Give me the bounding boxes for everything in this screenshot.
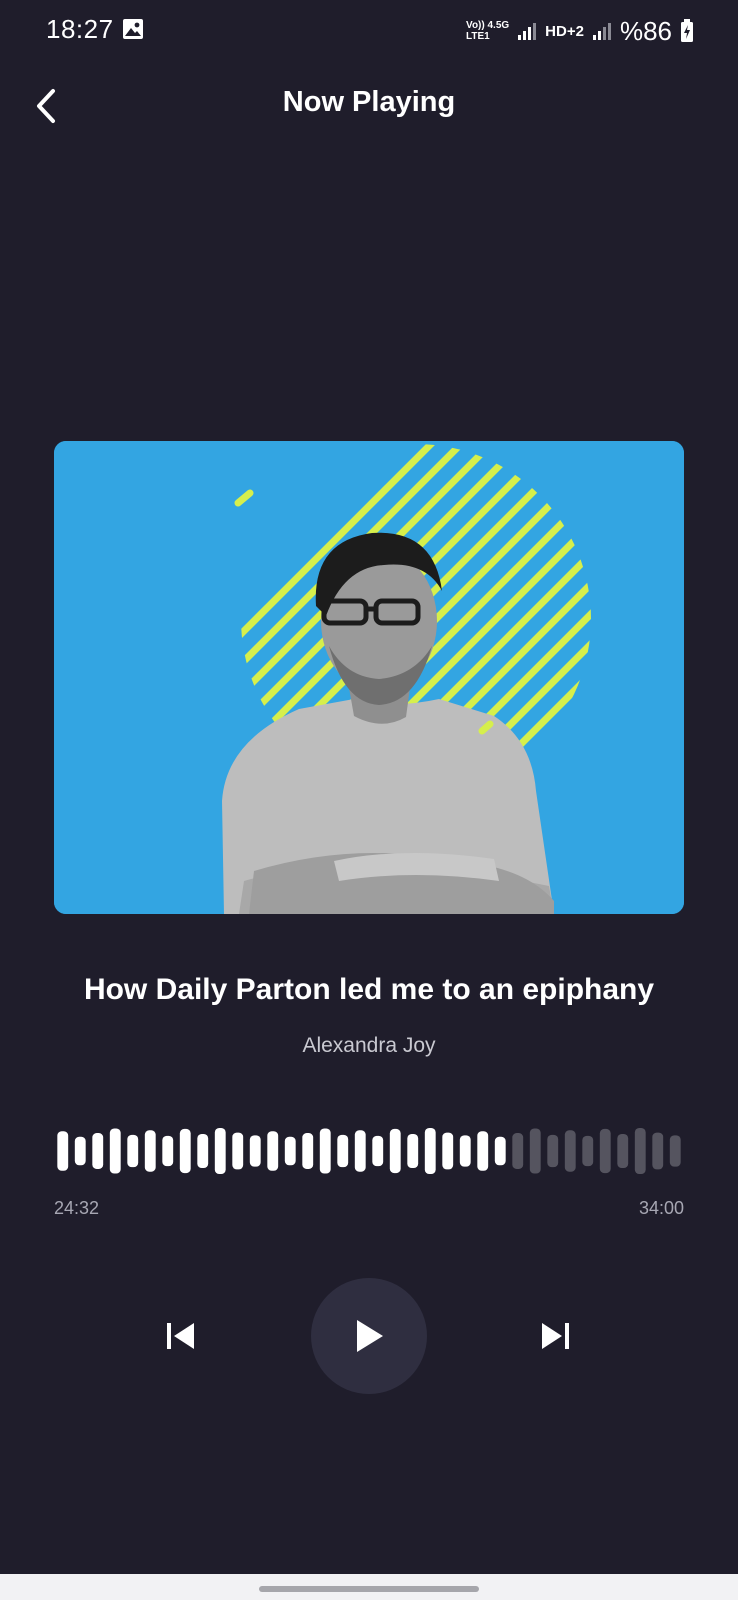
play-button[interactable] (311, 1278, 427, 1394)
status-icons: Vo)) 4.5G LTE1 HD+2 %86 (466, 14, 694, 48)
previous-button[interactable] (162, 1316, 198, 1356)
hd-label: HD+2 (545, 22, 584, 40)
home-indicator[interactable] (259, 1586, 479, 1592)
waveform-bar-played (232, 1132, 244, 1170)
artwork-illustration (54, 441, 684, 914)
waveform-bar-played (197, 1133, 209, 1169)
now-playing-screen: 18:27 Vo)) 4.5G LTE1 HD+2 %86 Now Playin… (0, 0, 738, 1600)
waveform-bar-played (302, 1133, 314, 1169)
waveform-scrubber[interactable] (54, 1128, 684, 1174)
waveform-bar-played (214, 1128, 226, 1174)
waveform-bar-played (127, 1134, 139, 1168)
waveform-bar-played (442, 1132, 454, 1170)
battery-charging-icon (681, 19, 693, 42)
waveform-bar-played (354, 1130, 366, 1172)
gallery-icon (123, 19, 143, 39)
signal-icon-2 (592, 23, 611, 40)
waveform-bar-played (424, 1128, 436, 1174)
play-icon (357, 1320, 383, 1352)
signal-icon (518, 23, 537, 40)
waveform-bar-unplayed (512, 1133, 524, 1169)
waveform-bar-unplayed (634, 1128, 646, 1174)
battery-percent: %86 (619, 15, 672, 46)
waveform-bar-played (144, 1130, 156, 1172)
waveform-bar-played (162, 1135, 174, 1167)
waveform-bar-played (459, 1135, 471, 1167)
waveform-bar-unplayed (599, 1128, 611, 1174)
next-button[interactable] (536, 1316, 576, 1356)
system-nav-bar (0, 1574, 738, 1600)
track-title: How Daily Parton led me to an epiphany (83, 973, 655, 1006)
waveform-bar-played (407, 1133, 419, 1169)
skip-previous-icon (167, 1323, 194, 1349)
waveform-bar-unplayed (582, 1135, 594, 1167)
waveform-bar-played (179, 1128, 191, 1174)
waveform-bar-played (337, 1134, 349, 1168)
network-bottom-label: LTE1 (466, 31, 490, 42)
waveform-bar-unplayed (617, 1133, 629, 1169)
waveform-bar-played (249, 1135, 261, 1167)
network-top-label: Vo)) 4.5G (466, 20, 510, 31)
waveform-bar-played (284, 1136, 296, 1166)
skip-next-icon (542, 1323, 569, 1349)
waveform-bar-played (477, 1131, 489, 1171)
time-total: 34:00 (638, 1198, 684, 1218)
podcast-artwork (54, 441, 684, 914)
waveform-bar-played (74, 1136, 86, 1166)
status-bar: 18:27 Vo)) 4.5G LTE1 HD+2 %86 (0, 0, 738, 62)
status-time: 18:27 (46, 14, 114, 44)
waveform-bar-played (57, 1131, 69, 1171)
waveform-bar-played (494, 1136, 506, 1166)
page-title: Now Playing (282, 86, 456, 118)
waveform-bar-played (109, 1128, 121, 1174)
waveform-bar-unplayed (652, 1132, 664, 1170)
waveform-bar-unplayed (564, 1130, 576, 1172)
track-artist: Alexandra Joy (302, 1034, 436, 1057)
header: Now Playing (0, 70, 738, 140)
waveform-bar-unplayed (529, 1128, 541, 1174)
waveform-bar-played (92, 1133, 104, 1169)
waveform-bar-unplayed (547, 1134, 559, 1168)
waveform-bar-played (319, 1128, 331, 1174)
network-label: Vo)) 4.5G LTE1 (466, 20, 509, 42)
time-elapsed: 24:32 (54, 1198, 100, 1218)
waveform-bar-played (372, 1135, 384, 1167)
waveform-bar-unplayed (669, 1135, 681, 1167)
waveform-bar-played (389, 1128, 401, 1174)
waveform-bar-played (267, 1131, 279, 1171)
